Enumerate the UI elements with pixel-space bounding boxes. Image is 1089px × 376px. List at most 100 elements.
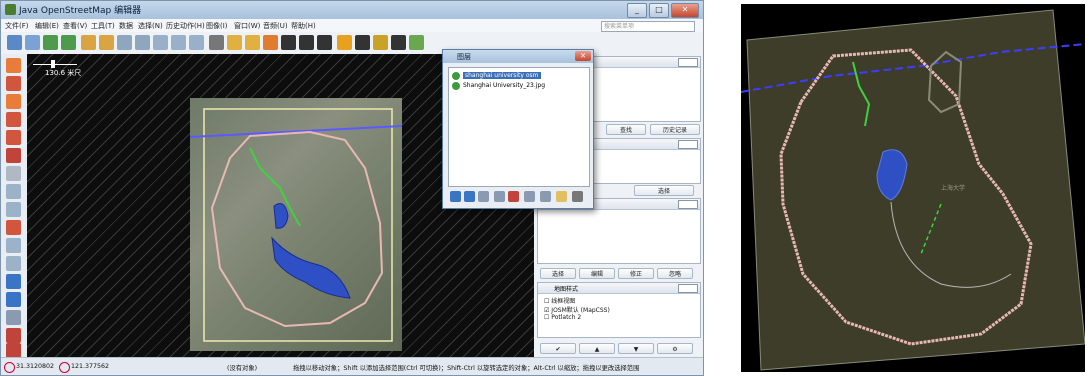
layer-item-osm[interactable]: shanghai university osm: [463, 72, 541, 79]
bus-icon[interactable]: [317, 35, 332, 50]
show-hide-icon[interactable]: [524, 191, 535, 202]
commands-icon[interactable]: [6, 256, 21, 271]
panel-window-controls[interactable]: [678, 140, 698, 149]
menu-file[interactable]: 文件(F): [5, 21, 29, 31]
redo-icon[interactable]: [99, 35, 114, 50]
activate-icon[interactable]: [540, 191, 551, 202]
latitude-icon: [4, 362, 15, 373]
menu-view[interactable]: 查看(V): [63, 21, 87, 31]
style-josm-default[interactable]: ☑ JOSM默认 (MapCSS): [544, 305, 610, 314]
zoom-extent-icon[interactable]: [135, 35, 150, 50]
dialog-toolbar: [448, 190, 588, 204]
duplicate-icon[interactable]: [478, 191, 489, 202]
draw-tool-icon[interactable]: [6, 94, 21, 109]
tab-ignore[interactable]: 忽略: [657, 268, 693, 279]
tab-select[interactable]: 选择: [540, 268, 576, 279]
menu-bar: 文件(F) 编辑(E) 查看(V) 工具(T) 数据 选择(N) 历史动作(H)…: [1, 19, 703, 33]
tab-edit[interactable]: 编辑: [579, 268, 615, 279]
delete-layer-icon[interactable]: [508, 191, 519, 202]
new-layer-icon[interactable]: [7, 35, 22, 50]
menu-imagery[interactable]: 图像(I): [206, 21, 228, 31]
tab-fix[interactable]: 修正: [618, 268, 654, 279]
tag-icon[interactable]: [373, 35, 388, 50]
check-icon[interactable]: [6, 292, 21, 307]
app-icon: [5, 4, 16, 15]
zoom-tool-icon[interactable]: [6, 112, 21, 127]
selection-list-icon[interactable]: [6, 220, 21, 235]
map-marker-icon[interactable]: [6, 343, 21, 358]
filter-icon[interactable]: [171, 35, 186, 50]
style-up-icon[interactable]: ▲: [579, 343, 615, 354]
zoom-icon[interactable]: [117, 35, 132, 50]
open-file-icon[interactable]: [25, 35, 40, 50]
split-way-icon[interactable]: [227, 35, 242, 50]
wireframe-icon[interactable]: [209, 35, 224, 50]
preferences-icon[interactable]: [153, 35, 168, 50]
filter-tool-icon[interactable]: [6, 310, 21, 325]
panel-window-controls[interactable]: [678, 284, 698, 293]
selection-status[interactable]: (没有对象): [227, 363, 257, 372]
menu-audio[interactable]: 音频(U): [263, 21, 288, 31]
main-toolbar: [1, 32, 703, 55]
visible-eye-icon[interactable]: [452, 72, 460, 80]
minimize-button[interactable]: _: [627, 3, 647, 18]
chart-icon[interactable]: [391, 35, 406, 50]
delete-tool-icon[interactable]: [6, 130, 21, 145]
dialog-title: 图层: [457, 53, 471, 61]
upload-icon[interactable]: [61, 35, 76, 50]
delete-icon[interactable]: [355, 35, 370, 50]
title-bar: Java OpenStreetMap 编辑器 _ □ ✕: [1, 1, 703, 19]
folder-icon[interactable]: [556, 191, 567, 202]
panel-window-controls[interactable]: [678, 58, 698, 67]
relations-icon[interactable]: [6, 238, 21, 253]
style-potlatch[interactable]: ☐ Potlatch 2: [544, 314, 581, 321]
style-activate-icon[interactable]: ✔: [540, 343, 576, 354]
menu-help[interactable]: 帮助(H): [291, 21, 316, 31]
style-wireframe[interactable]: ☐ 线框视图: [544, 296, 575, 305]
imagery-area: [746, 9, 1086, 371]
menu-window[interactable]: 窗口(W): [234, 21, 260, 31]
info-icon[interactable]: [572, 191, 583, 202]
search-button[interactable]: 查找: [606, 124, 646, 135]
select-button[interactable]: 选择: [634, 185, 694, 196]
window-title: Java OpenStreetMap 编辑器: [19, 6, 142, 16]
menu-selection[interactable]: 选择(N): [138, 21, 163, 31]
menu-history[interactable]: 历史动作(H): [166, 21, 205, 31]
parallel-tool-icon[interactable]: [6, 148, 21, 163]
window-controls: _ □ ✕: [627, 3, 699, 18]
menu-tools[interactable]: 工具(T): [91, 21, 115, 31]
download-icon[interactable]: [43, 35, 58, 50]
history-button[interactable]: 历史记录: [650, 124, 700, 135]
validator-icon[interactable]: [6, 274, 21, 289]
move-down-icon[interactable]: [464, 191, 475, 202]
orthogonalize-icon[interactable]: [281, 35, 296, 50]
properties-icon[interactable]: [6, 202, 21, 217]
menu-search-input[interactable]: 搜索菜单项: [601, 21, 695, 32]
warning-icon[interactable]: [337, 35, 352, 50]
maximize-button[interactable]: □: [649, 3, 669, 18]
refresh-icon[interactable]: [189, 35, 204, 50]
combine-way-icon[interactable]: [245, 35, 260, 50]
more-tools-icon[interactable]: [6, 166, 21, 181]
style-down-icon[interactable]: ▼: [618, 343, 654, 354]
undo-icon[interactable]: [81, 35, 96, 50]
zoom-slider-handle[interactable]: [51, 60, 55, 68]
panel-window-controls[interactable]: [678, 200, 698, 209]
visible-eye-icon[interactable]: [452, 82, 460, 90]
close-button[interactable]: ✕: [671, 3, 699, 18]
dialog-close-button[interactable]: ✕: [575, 51, 591, 61]
draw-line-icon[interactable]: [409, 35, 424, 50]
layer-item-imagery[interactable]: Shanghai University_23.jpg: [463, 82, 545, 89]
style-settings-icon[interactable]: ⚙: [657, 343, 693, 354]
lasso-tool-icon[interactable]: [6, 76, 21, 91]
notes-icon[interactable]: [6, 328, 21, 343]
align-circle-icon[interactable]: [263, 35, 278, 50]
merge-icon[interactable]: [494, 191, 505, 202]
pond-small: [273, 203, 289, 229]
move-up-icon[interactable]: [450, 191, 461, 202]
menu-data[interactable]: 数据: [119, 21, 133, 31]
menu-edit[interactable]: 编辑(E): [35, 21, 59, 31]
car-icon[interactable]: [299, 35, 314, 50]
select-tool-icon[interactable]: [6, 58, 21, 73]
layer-list-icon[interactable]: [6, 184, 21, 199]
